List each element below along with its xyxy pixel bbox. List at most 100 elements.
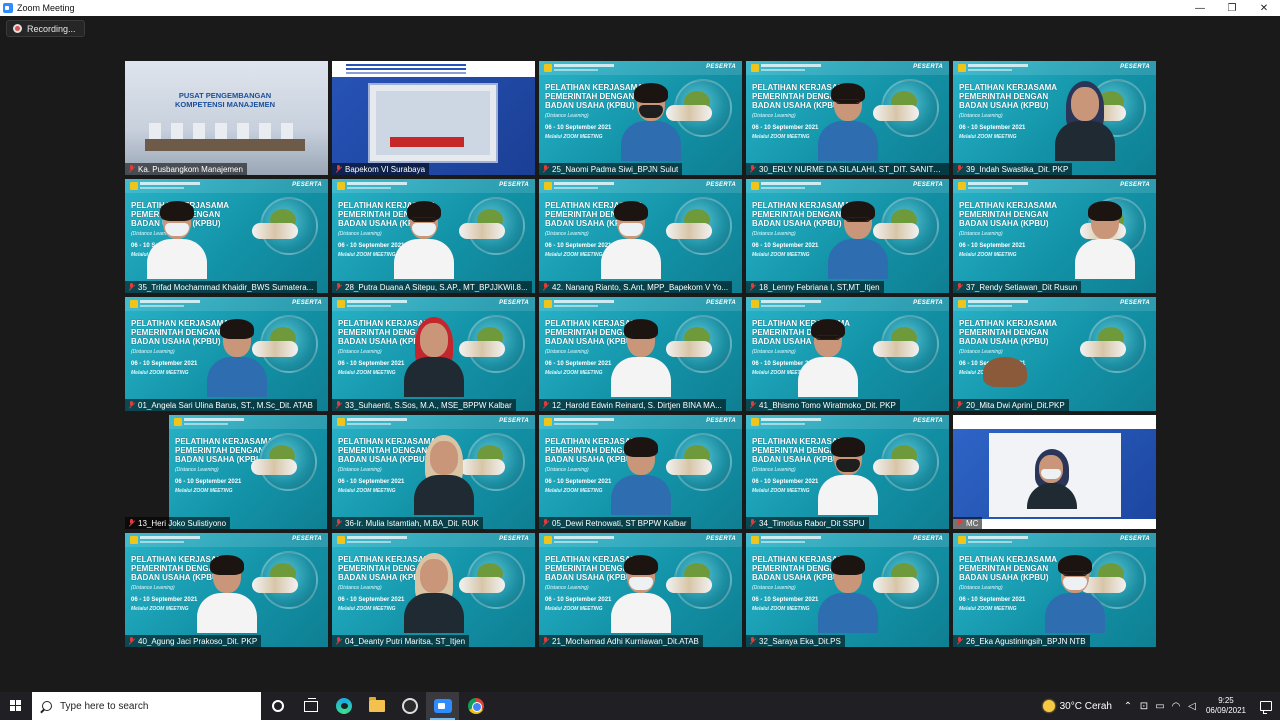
pupr-logo-icon (751, 182, 759, 190)
video-tile[interactable]: PESERTA PELATIHAN KERJASAMA PEMERINTAH DE… (125, 179, 328, 293)
banner-dates: 06 - 10 September 2021 (338, 479, 405, 485)
banner-peserta: PESERTA (1120, 182, 1150, 188)
participant-name-label: 39_Indah Swastika_Dit. PKP (953, 163, 1073, 175)
banner-dates: 06 - 10 September 2021 (545, 125, 612, 131)
video-tile[interactable]: PESERTA PELATIHAN KERJASAMA PEMERINTAH DE… (953, 179, 1156, 293)
mic-muted-icon (542, 637, 549, 645)
action-center-button[interactable] (1252, 692, 1280, 720)
video-tile[interactable]: MC (953, 415, 1156, 529)
windows-logo-icon (10, 700, 22, 712)
participant-video (412, 435, 476, 515)
participant-name: 26_Eka Agustiningsih_BPJN NTB (966, 636, 1086, 646)
network-icon[interactable]: ⊡ (1136, 692, 1152, 720)
banner-subtitle: (Distance Learning) (338, 349, 382, 355)
taskbar-zoom[interactable] (426, 692, 459, 720)
banner-subtitle: (Distance Learning) (338, 585, 382, 591)
banner-subtitle: (Distance Learning) (959, 113, 1003, 119)
pupr-logo-icon (751, 64, 759, 72)
mc-person (1023, 447, 1083, 509)
banner-dates: 06 - 10 September 2021 (338, 361, 405, 367)
clock-time: 9:25 (1218, 696, 1234, 705)
banner-dates: 06 - 10 September 2021 (545, 361, 612, 367)
video-tile[interactable]: PESERTA PELATIHAN KERJASAMA PEMERINTAH DE… (746, 179, 949, 293)
video-tile[interactable]: Bapekom VI Surabaya (332, 61, 535, 175)
video-tile[interactable]: PESERTA PELATIHAN KERJASAMA PEMERINTAH DE… (953, 297, 1156, 411)
taskbar-app[interactable] (393, 692, 426, 720)
close-button[interactable]: ✕ (1248, 0, 1280, 16)
video-tile[interactable]: PESERTA PELATIHAN KERJASAMA PEMERINTAH DE… (539, 415, 742, 529)
banner-subtitle: (Distance Learning) (545, 113, 589, 119)
video-tile[interactable]: PESERTA PELATIHAN KERJASAMA PEMERINTAH DE… (746, 297, 949, 411)
taskbar-chrome[interactable] (459, 692, 492, 720)
pupr-logo-icon (544, 536, 552, 544)
video-tile[interactable]: PESERTA PELATIHAN KERJASAMA PEMERINTAH DE… (332, 533, 535, 647)
participant-name: MC (966, 518, 979, 528)
participant-name-label: 21_Mochamad Adhi Kurniawan_Dit.ATAB (539, 635, 703, 647)
video-tile[interactable]: PESERTA PELATIHAN KERJASAMA PEMERINTAH DE… (539, 179, 742, 293)
taskbar-task-view[interactable] (294, 692, 327, 720)
participant-name: Ka. Pusbangkom Manajemen (138, 164, 243, 174)
recording-indicator[interactable]: Recording... (6, 20, 85, 37)
pupr-logo-icon (130, 300, 138, 308)
cortana-icon (271, 700, 284, 712)
video-tile[interactable]: PESERTA PELATIHAN KERJASAMA PEMERINTAH DE… (539, 297, 742, 411)
video-tile[interactable]: PESERTA PELATIHAN KERJASAMA PEMERINTAH DE… (332, 297, 535, 411)
participant-name: Bapekom VI Surabaya (345, 164, 426, 174)
participant-name-label: 36-Ir. Mulia Istamtiah, M.BA_Dit. RUK (332, 517, 483, 529)
banner-platform: Melalui ZOOM MEETING (752, 134, 810, 140)
search-placeholder: Type here to search (60, 700, 149, 712)
edge-icon (335, 698, 352, 714)
weather-widget[interactable]: 30°C Cerah (1035, 700, 1120, 712)
taskbar-file-explorer[interactable] (360, 692, 393, 720)
participant-name-label: 30_ERLY NURME DA SILALAHI, ST_DIT. SANIT… (746, 163, 949, 175)
video-tile[interactable]: PESERTA PELATIHAN KERJASAMA PEMERINTAH DE… (125, 533, 328, 647)
window-controls: — ❐ ✕ (1184, 0, 1280, 16)
video-tile[interactable]: PESERTA PELATIHAN KERJASAMA PEMERINTAH DE… (539, 533, 742, 647)
banner-platform: Melalui ZOOM MEETING (752, 252, 810, 258)
video-tile[interactable]: PESERTA PELATIHAN KERJASAMA PEMERINTAH DE… (746, 61, 949, 175)
window-title: Zoom Meeting (17, 3, 75, 13)
banner-dates: 06 - 10 September 2021 (175, 479, 242, 485)
video-tile[interactable]: PELATIHAN KERJASAMA PEMERINTAH DENGAN BA… (125, 415, 328, 529)
taskbar-search-box[interactable]: Type here to search (32, 692, 261, 720)
start-button[interactable] (0, 692, 32, 720)
video-tile[interactable]: PESERTA PELATIHAN KERJASAMA PEMERINTAH DE… (539, 61, 742, 175)
taskbar-clock[interactable]: 9:25 06/09/2021 (1200, 692, 1252, 720)
video-tile[interactable]: PESERTA PELATIHAN KERJASAMA PEMERINTAH DE… (332, 415, 535, 529)
video-tile[interactable]: PESERTA PELATIHAN KERJASAMA PEMERINTAH DE… (953, 533, 1156, 647)
minimize-button[interactable]: — (1184, 0, 1216, 16)
participant-name-label: 35_Trifad Mochammad Khaidir_BWS Sumatera… (125, 281, 318, 293)
participant-name: 25_Naomi Padma Siwi_BPJN Sulut (552, 164, 679, 174)
taskbar-edge[interactable] (327, 692, 360, 720)
pupr-logo-icon (337, 536, 345, 544)
mic-muted-icon (335, 637, 342, 645)
banner-peserta: PESERTA (499, 300, 529, 306)
conference-room-video: PUSAT PENGEMBANGAN KOMPETENSI MANAJEMEN (125, 61, 328, 175)
banner-peserta: PESERTA (706, 536, 736, 542)
video-tile[interactable]: PUSAT PENGEMBANGAN KOMPETENSI MANAJEMEN K… (125, 61, 328, 175)
video-tile[interactable]: PESERTA PELATIHAN KERJASAMA PEMERINTAH DE… (746, 533, 949, 647)
mic-muted-icon (749, 401, 756, 409)
participant-video (619, 81, 683, 161)
participant-name-label: 01_Angela Sari Ulina Barus, ST., M.Sc_Di… (125, 399, 317, 411)
video-tile[interactable]: PESERTA PELATIHAN KERJASAMA PEMERINTAH DE… (953, 61, 1156, 175)
participant-video (205, 317, 269, 397)
participant-name: 34_Timotius Rabor_Dit SSPU (759, 518, 865, 528)
maximize-button[interactable]: ❐ (1216, 0, 1248, 16)
pupr-logo-icon (130, 182, 138, 190)
video-tile[interactable]: PESERTA PELATIHAN KERJASAMA PEMERINTAH DE… (332, 179, 535, 293)
chevron-up-icon[interactable]: ⌃ (1120, 692, 1136, 720)
participant-video (392, 199, 456, 279)
taskbar-cortana[interactable] (261, 692, 294, 720)
battery-icon[interactable]: ▭ (1152, 692, 1168, 720)
participant-name-label: 37_Rendy Setiawan_Dit Rusun (953, 281, 1082, 293)
banner-dates: 06 - 10 September 2021 (959, 243, 1026, 249)
banner-platform: Melalui ZOOM MEETING (131, 606, 189, 612)
mic-muted-icon (335, 401, 342, 409)
wifi-icon[interactable]: ◠ (1168, 692, 1184, 720)
video-tile[interactable]: PESERTA PELATIHAN KERJASAMA PEMERINTAH DE… (746, 415, 949, 529)
volume-icon[interactable]: ◁ (1184, 692, 1200, 720)
pupr-logo-icon (544, 418, 552, 426)
participant-name-label: 26_Eka Agustiningsih_BPJN NTB (953, 635, 1090, 647)
video-tile[interactable]: PESERTA PELATIHAN KERJASAMA PEMERINTAH DE… (125, 297, 328, 411)
